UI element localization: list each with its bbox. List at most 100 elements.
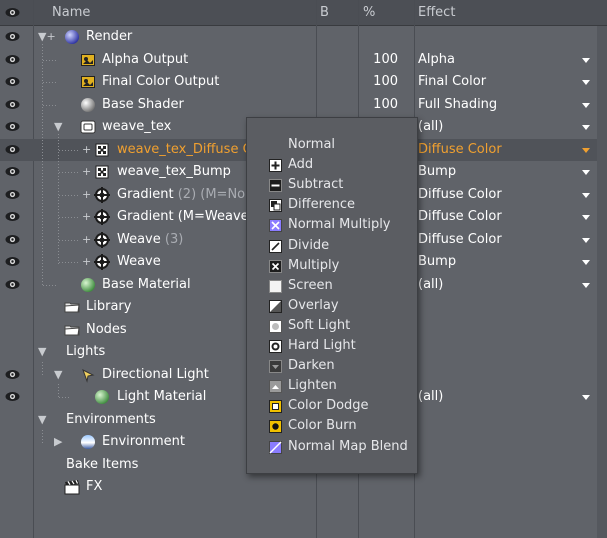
blend-mode-option[interactable]: Normal Multiply: [247, 215, 417, 235]
effect-dropdown-icon[interactable]: [582, 102, 590, 108]
item-name: Weave: [117, 251, 161, 273]
effect-dropdown-icon[interactable]: [582, 260, 590, 265]
effect-dropdown-icon[interactable]: [582, 80, 590, 85]
eye-icon[interactable]: [5, 391, 20, 402]
item-label: Weave: [117, 254, 161, 269]
expand-toggle-icon[interactable]: ▼+: [38, 30, 56, 44]
effect-value: Full Shading: [418, 96, 498, 112]
item-label: Bake Items: [66, 456, 139, 472]
blend-mode-option[interactable]: Lighten: [247, 376, 417, 396]
blend-mode-option[interactable]: Subtract: [247, 175, 417, 195]
blend-mode-option[interactable]: Darken: [247, 356, 417, 376]
blend-mode-label: Add: [288, 157, 314, 173]
expand-toggle-icon[interactable]: +: [82, 143, 91, 157]
tree-connector-line: [59, 239, 80, 241]
eye-icon[interactable]: [5, 144, 20, 155]
tree-row[interactable]: Alpha Output 100 Alpha: [0, 49, 597, 71]
item-label: Alpha Output: [102, 51, 189, 67]
tree-connector-line: [59, 217, 80, 218]
eye-icon[interactable]: [5, 7, 20, 18]
percent-column-header[interactable]: %: [363, 0, 375, 26]
clapper-icon: [64, 479, 80, 495]
eye-icon[interactable]: [5, 256, 20, 267]
blend-mode-option[interactable]: Add: [247, 155, 417, 175]
effect-dropdown-icon[interactable]: [582, 170, 590, 175]
effect-dropdown-icon[interactable]: [582, 192, 590, 198]
image-texture-icon: [94, 164, 110, 180]
folder-icon: [64, 322, 80, 338]
eye-icon[interactable]: [5, 234, 20, 245]
item-label: weave_tex_Bump: [117, 164, 231, 179]
procedural-texture-icon: [94, 209, 110, 225]
blend-mode-option[interactable]: Multiply: [247, 256, 417, 276]
add-icon: [269, 159, 282, 173]
scrollbar[interactable]: [597, 26, 607, 538]
expand-toggle-icon[interactable]: ▼: [54, 368, 62, 382]
effect-dropdown-icon[interactable]: [582, 215, 590, 220]
b-column-header[interactable]: B: [320, 0, 329, 26]
soft-light-icon: [269, 319, 282, 333]
tree-connector-line: [42, 362, 43, 376]
eye-icon[interactable]: [5, 189, 20, 200]
blend-mode-option[interactable]: Soft Light: [247, 316, 417, 336]
effect-value: Diffuse Color: [418, 141, 502, 157]
effect-dropdown-icon[interactable]: [582, 147, 590, 153]
expand-toggle-icon[interactable]: +: [82, 210, 91, 224]
expand-toggle-icon[interactable]: +: [82, 188, 91, 202]
blend-mode-label: Normal: [288, 137, 336, 152]
tree-row[interactable]: FX: [0, 476, 597, 498]
effect-value: Diffuse Color: [418, 209, 502, 224]
expand-toggle-icon[interactable]: +: [82, 165, 91, 179]
eye-icon[interactable]: [5, 99, 20, 110]
expand-toggle-icon[interactable]: ▼: [38, 345, 46, 359]
effect-value: Alpha: [418, 51, 455, 67]
eye-icon[interactable]: [5, 279, 20, 290]
effect-dropdown-icon[interactable]: [582, 395, 590, 400]
tree-row[interactable]: Final Color Output 100 Final Color: [0, 71, 597, 93]
eye-icon[interactable]: [5, 121, 20, 132]
material-ball-icon: [94, 389, 110, 405]
tree-row[interactable]: Base Shader 100 Full Shading: [0, 94, 597, 116]
eye-icon[interactable]: [5, 31, 20, 42]
eye-icon[interactable]: [5, 54, 20, 65]
effect-dropdown-icon[interactable]: [582, 125, 590, 130]
effect-column-header[interactable]: Effect: [418, 0, 455, 26]
folder-icon: [64, 299, 80, 315]
tree-row[interactable]: ▼+ Render: [0, 26, 597, 48]
blend-mode-option[interactable]: Normal: [247, 135, 417, 155]
expand-toggle-icon[interactable]: ▶: [54, 435, 62, 449]
item-label: Directional Light: [102, 366, 209, 382]
item-name: Base Shader: [102, 94, 184, 116]
eye-icon[interactable]: [5, 369, 20, 380]
eye-icon[interactable]: [5, 211, 20, 222]
effect-dropdown-icon[interactable]: [582, 237, 590, 243]
tree-connector-line: [58, 384, 59, 398]
item-name: Gradient (2) (M=Noise: [117, 184, 264, 206]
eye-icon[interactable]: [5, 76, 20, 87]
blend-mode-option[interactable]: Normal Map Blend: [247, 437, 417, 457]
expand-toggle-icon[interactable]: +: [82, 255, 91, 269]
name-column-header[interactable]: Name: [52, 0, 90, 26]
blend-mode-option[interactable]: Hard Light: [247, 336, 417, 356]
item-name: Nodes: [86, 319, 127, 341]
tree-connector-line: [43, 284, 56, 286]
light-icon: [80, 367, 96, 383]
group-folder-icon: [80, 119, 96, 135]
blend-mode-option[interactable]: Color Dodge: [247, 396, 417, 416]
blend-mode-option[interactable]: Screen: [247, 276, 417, 296]
blend-mode-option[interactable]: Divide: [247, 236, 417, 256]
procedural-texture-icon: [94, 231, 110, 248]
item-name: Environment: [102, 431, 185, 453]
expand-toggle-icon[interactable]: ▼: [38, 413, 46, 427]
render-output-icon: [80, 52, 96, 68]
item-name: Lights: [66, 341, 105, 363]
blend-mode-option[interactable]: Color Burn: [247, 416, 417, 436]
effect-dropdown-icon[interactable]: [582, 57, 590, 63]
effect-dropdown-icon[interactable]: [582, 282, 590, 288]
render-output-icon: [80, 74, 96, 90]
expand-toggle-icon[interactable]: +: [82, 233, 91, 247]
blend-mode-option[interactable]: Overlay: [247, 296, 417, 316]
blend-mode-option[interactable]: Difference: [247, 195, 417, 215]
eye-icon[interactable]: [5, 166, 20, 177]
expand-toggle-icon[interactable]: ▼: [54, 120, 62, 134]
